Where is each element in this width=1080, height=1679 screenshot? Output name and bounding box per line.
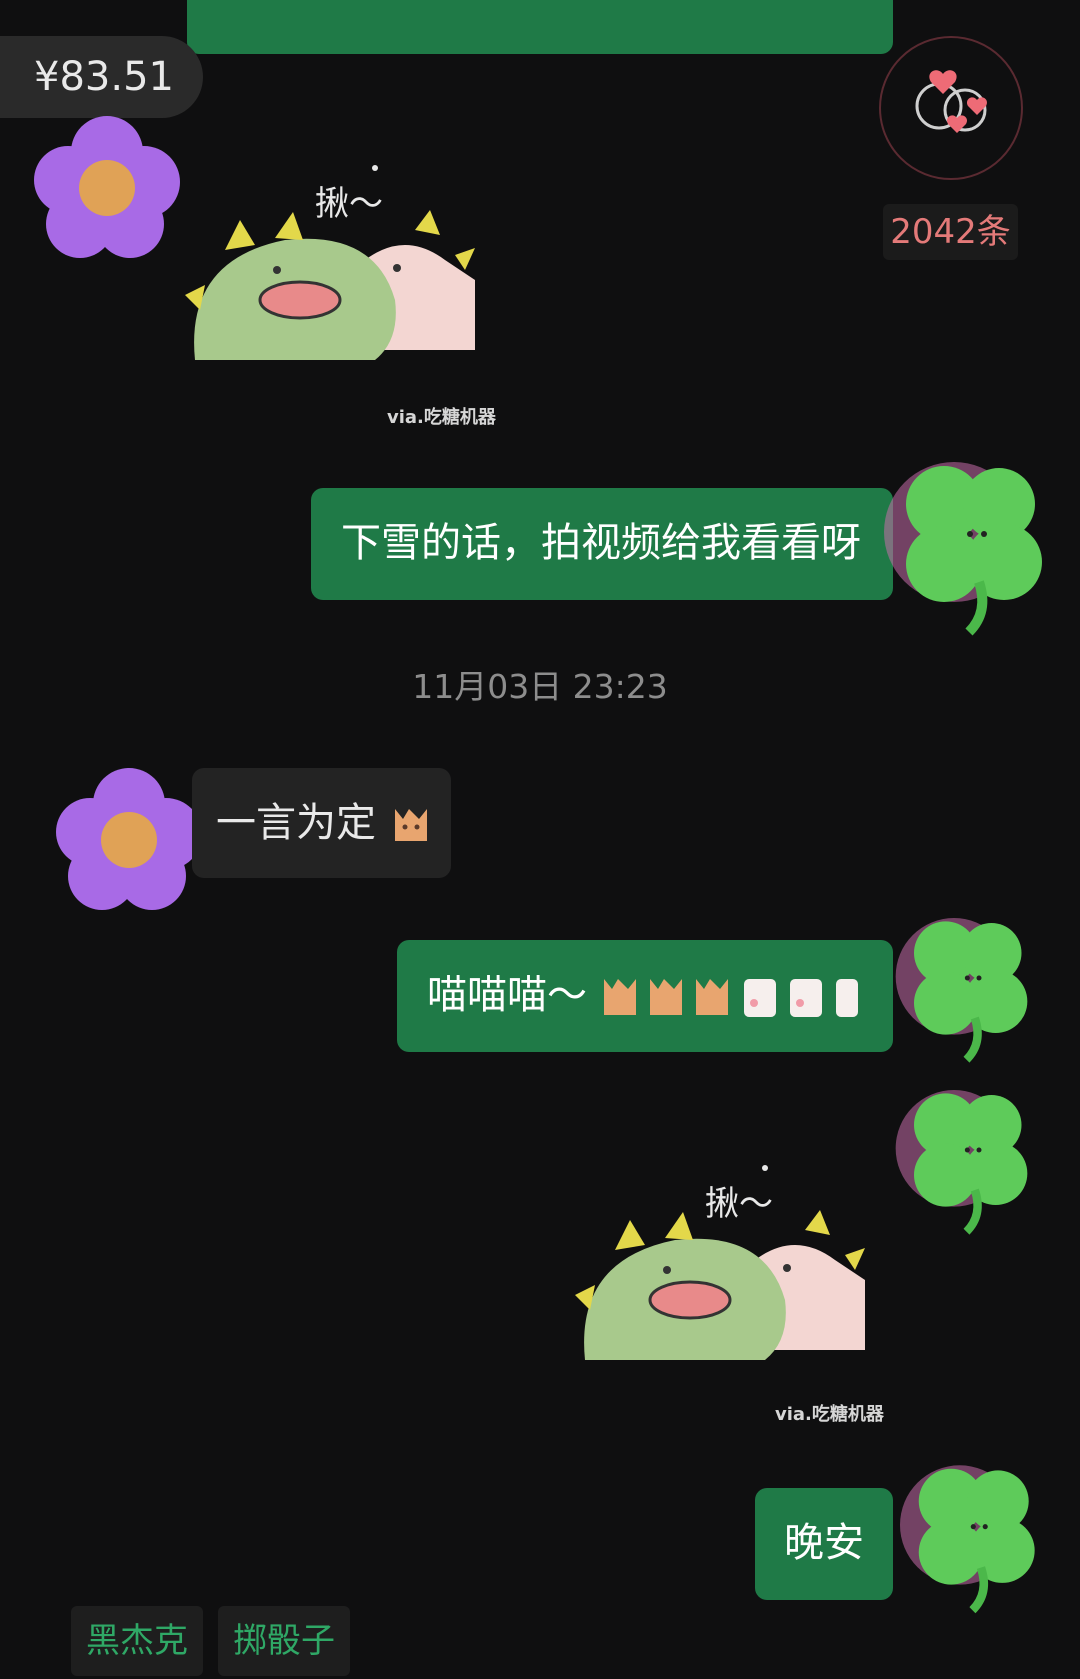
message-text: 下雪的话，拍视频给我看看呀 bbox=[341, 520, 861, 566]
message-bubble-mine[interactable]: 晚安 bbox=[755, 1488, 893, 1600]
cat-face-emoji-icon bbox=[394, 809, 427, 841]
four-leaf-clover-avatar-icon bbox=[895, 1090, 1028, 1235]
balance-amount: ¥83.51 bbox=[34, 54, 174, 100]
message-count-badge: 2042条 bbox=[883, 204, 1018, 260]
hearts-rings-icon bbox=[915, 70, 988, 133]
cat-face-emoji-icon bbox=[603, 979, 728, 1015]
dinosaur-hug-sticker: 揪～ bbox=[185, 165, 475, 360]
sticker-caption: via.吃糖机器 bbox=[775, 1404, 884, 1425]
contact-avatar[interactable] bbox=[32, 112, 182, 262]
quick-action-label: 掷骰子 bbox=[233, 1621, 335, 1661]
my-avatar[interactable] bbox=[894, 918, 1044, 1068]
message-bubble-mine[interactable]: 下雪的话，拍视频给我看看呀 bbox=[311, 488, 893, 600]
message-text: 一言为定 bbox=[216, 800, 376, 846]
message-text: 喵喵喵～ bbox=[427, 972, 587, 1018]
message-timestamp: 11月03日 23:23 bbox=[412, 667, 668, 706]
message-bubble-mine[interactable]: 喵喵喵～ bbox=[397, 940, 893, 1052]
sticker-left[interactable]: 揪～ via.吃糖机器 bbox=[185, 160, 505, 430]
dinosaur-hug-sticker: 揪～ bbox=[575, 1165, 865, 1360]
chat-screen: 呀！ ¥83.51 2042条 揪～ bbox=[0, 0, 1080, 1679]
message-text: 呀！ bbox=[239, 0, 307, 1]
message-bubble-top-partial[interactable]: 呀！ bbox=[187, 0, 893, 54]
contact-avatar[interactable] bbox=[54, 764, 204, 914]
my-avatar[interactable] bbox=[884, 462, 1060, 642]
sticker-right[interactable]: 揪～ via.吃糖机器 bbox=[575, 1160, 895, 1430]
emoji-strip-icons bbox=[603, 979, 858, 1017]
four-leaf-clover-avatar-icon bbox=[884, 462, 1042, 636]
my-avatar[interactable] bbox=[900, 1462, 1050, 1622]
blushing-face-emoji-icon bbox=[743, 979, 858, 1017]
four-leaf-clover-avatar-icon bbox=[900, 1465, 1035, 1614]
blackjack-button[interactable]: 黑杰克 bbox=[71, 1606, 203, 1676]
message-text: 晚安 bbox=[784, 1520, 864, 1566]
svg-text:揪～: 揪～ bbox=[315, 184, 383, 224]
svg-text:揪～: 揪～ bbox=[705, 1184, 773, 1224]
quick-action-label: 黑杰克 bbox=[86, 1621, 188, 1661]
purple-flower-avatar-icon bbox=[34, 116, 180, 258]
sticker-caption: via.吃糖机器 bbox=[387, 407, 496, 428]
intimacy-widget[interactable] bbox=[879, 36, 1023, 180]
purple-flower-avatar-icon bbox=[56, 768, 202, 910]
message-count: 2042条 bbox=[890, 212, 1011, 252]
message-bubble-theirs[interactable]: 一言为定 bbox=[192, 768, 451, 878]
four-leaf-clover-avatar-icon bbox=[895, 918, 1028, 1063]
my-avatar[interactable] bbox=[894, 1090, 1044, 1240]
dice-button[interactable]: 掷骰子 bbox=[218, 1606, 350, 1676]
balance-pill[interactable]: ¥83.51 bbox=[0, 36, 203, 118]
